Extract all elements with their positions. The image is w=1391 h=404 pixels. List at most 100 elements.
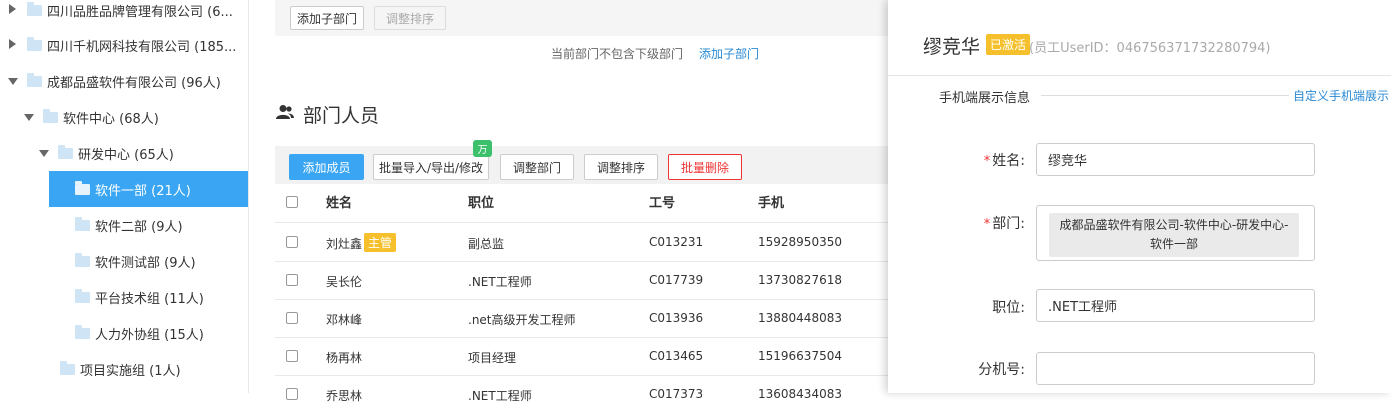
folder-icon <box>27 1 42 16</box>
folder-icon <box>75 216 90 231</box>
custom-mobile-display-link[interactable]: 自定义手机端展示 <box>1293 87 1389 104</box>
member-name[interactable]: 刘灶鑫 <box>326 235 362 252</box>
folder-icon <box>27 36 42 51</box>
member-title: 项目经理 <box>468 351 517 365</box>
subdept-empty-text: 当前部门不包含下级部门 <box>551 47 684 61</box>
new-badge: 万 <box>473 140 492 157</box>
tree-item-label: 研发中心 (65人) <box>78 147 174 163</box>
dept-tag: 成都品盛软件有限公司-软件中心-研发中心-软件一部 <box>1049 213 1299 257</box>
tree-item-chengdu-pinsheng[interactable]: 成都品盛软件有限公司 (96人) <box>0 63 248 99</box>
add-subdept-link[interactable]: 添加子部门 <box>699 45 759 62</box>
member-title: 副总监 <box>468 237 505 251</box>
tree-item-rd-center[interactable]: 研发中心 (65人) <box>0 135 248 171</box>
manager-badge: 主管 <box>364 233 397 252</box>
member-id: C013936 <box>649 311 704 325</box>
department-tree: 四川品胜品牌管理有限公司 (6... 四川千机网科技有限公司 (185... 成… <box>0 0 249 393</box>
tree-item-software-test[interactable]: 软件测试部 (9人) <box>0 243 248 279</box>
folder-icon <box>58 144 73 159</box>
tree-item-platform-tech[interactable]: 平台技术组 (11人) <box>0 279 248 315</box>
member-phone: 13608434083 <box>758 387 842 401</box>
collapse-arrow-icon[interactable] <box>24 113 34 121</box>
collapse-arrow-icon[interactable] <box>8 77 18 85</box>
tree-item-label: 人力外协组 (15人) <box>95 327 204 343</box>
dept-select[interactable]: 成都品盛软件有限公司-软件中心-研发中心-软件一部 <box>1036 205 1315 261</box>
member-id: C013465 <box>649 349 704 363</box>
row-checkbox[interactable] <box>286 388 298 400</box>
members-toolbar <box>275 146 889 184</box>
row-checkbox[interactable] <box>286 274 298 286</box>
section-divider <box>1041 95 1289 96</box>
tree-item-project-impl[interactable]: 项目实施组 (1人) <box>0 351 248 387</box>
row-checkbox[interactable] <box>286 312 298 324</box>
member-phone: 15196637504 <box>758 349 842 363</box>
required-asterisk: * <box>983 154 991 169</box>
expand-arrow-icon[interactable] <box>9 38 16 49</box>
member-detail-panel: 缪竞华 已激活 (员工UserID：046756371732280794) 手机… <box>888 0 1391 393</box>
title-input[interactable]: .NET工程师 <box>1036 289 1315 322</box>
folder-icon <box>75 288 90 303</box>
label-text: 姓名: <box>992 153 1025 169</box>
tree-item-qianji[interactable]: 四川千机网科技有限公司 (185... <box>0 27 248 63</box>
folder-icon <box>27 72 42 87</box>
main-content: 添加子部门 调整排序 当前部门不包含下级部门 添加子部门 部门人员 添加成员 批… <box>249 0 889 403</box>
column-header-phone: 手机 <box>758 196 785 211</box>
member-title: .NET工程师 <box>468 389 532 403</box>
member-name[interactable]: 乔思林 <box>326 387 362 404</box>
name-field-label: * 姓名: <box>945 150 1025 170</box>
subdept-toolbar <box>275 0 889 36</box>
tree-item-software-center[interactable]: 软件中心 (68人) <box>0 99 248 135</box>
tree-item-label: 平台技术组 (11人) <box>95 291 204 307</box>
column-header-id: 工号 <box>649 196 676 211</box>
batch-import-export-button[interactable]: 批量导入/导出/修改 <box>373 154 489 180</box>
folder-icon <box>75 180 90 195</box>
folder-icon <box>43 108 58 123</box>
tree-item-label: 软件一部 (21人) <box>95 183 191 199</box>
tree-item-hr-outsourcing[interactable]: 人力外协组 (15人) <box>0 315 248 351</box>
batch-delete-button[interactable]: 批量删除 <box>668 154 742 180</box>
member-title: .net高级开发工程师 <box>468 313 576 327</box>
divider <box>275 261 889 262</box>
name-input[interactable]: 缪竞华 <box>1036 143 1315 176</box>
folder-icon <box>75 252 90 267</box>
divider <box>275 375 889 376</box>
user-id-text: (员工UserID：046756371732280794) <box>1029 41 1271 56</box>
status-badge: 已激活 <box>986 34 1031 55</box>
tree-item-software-dept-1[interactable]: 软件一部 (21人) <box>49 171 248 207</box>
tree-item-label: 项目实施组 (1人) <box>80 363 181 379</box>
dept-field-label: * 部门: <box>945 213 1025 233</box>
column-header-name: 姓名 <box>326 196 353 211</box>
member-name[interactable]: 吴长伦 <box>326 273 362 290</box>
add-subdept-button[interactable]: 添加子部门 <box>290 6 364 30</box>
select-all-checkbox[interactable] <box>286 196 298 208</box>
divider <box>275 222 889 223</box>
tree-item-software-dept-2[interactable]: 软件二部 (9人) <box>0 207 248 243</box>
users-icon <box>276 104 294 120</box>
add-member-button[interactable]: 添加成员 <box>289 154 364 180</box>
folder-icon <box>60 360 75 375</box>
member-id: C017373 <box>649 387 704 401</box>
tree-item-label: 软件中心 (68人) <box>63 111 159 127</box>
member-id: C017739 <box>649 273 704 287</box>
member-name[interactable]: 邓林峰 <box>326 311 362 328</box>
adjust-dept-button[interactable]: 调整部门 <box>500 154 574 180</box>
tree-item-sichuan-pinsheng[interactable]: 四川品胜品牌管理有限公司 (6... <box>0 0 248 28</box>
required-asterisk: * <box>983 217 991 232</box>
adjust-sort-button[interactable]: 调整排序 <box>584 154 658 180</box>
tree-item-label: 四川千机网科技有限公司 (185... <box>47 39 237 55</box>
row-checkbox[interactable] <box>286 350 298 362</box>
member-phone: 13880448083 <box>758 311 842 325</box>
member-phone: 15928950350 <box>758 235 842 249</box>
section-title: 手机端展示信息 <box>939 91 1031 106</box>
expand-arrow-icon[interactable] <box>9 3 16 14</box>
ext-input[interactable] <box>1036 352 1315 385</box>
member-phone: 13730827618 <box>758 273 842 287</box>
tree-item-label: 软件二部 (9人) <box>95 219 183 235</box>
title-field-label: 职位: <box>992 300 1025 316</box>
member-name[interactable]: 杨再林 <box>326 349 362 366</box>
ext-field-label: 分机号: <box>978 362 1025 378</box>
row-checkbox[interactable] <box>286 236 298 248</box>
divider <box>275 299 889 300</box>
collapse-arrow-icon[interactable] <box>39 149 49 157</box>
tree-item-label: 四川品胜品牌管理有限公司 (6... <box>47 4 233 20</box>
sort-subdept-button[interactable]: 调整排序 <box>374 6 446 30</box>
